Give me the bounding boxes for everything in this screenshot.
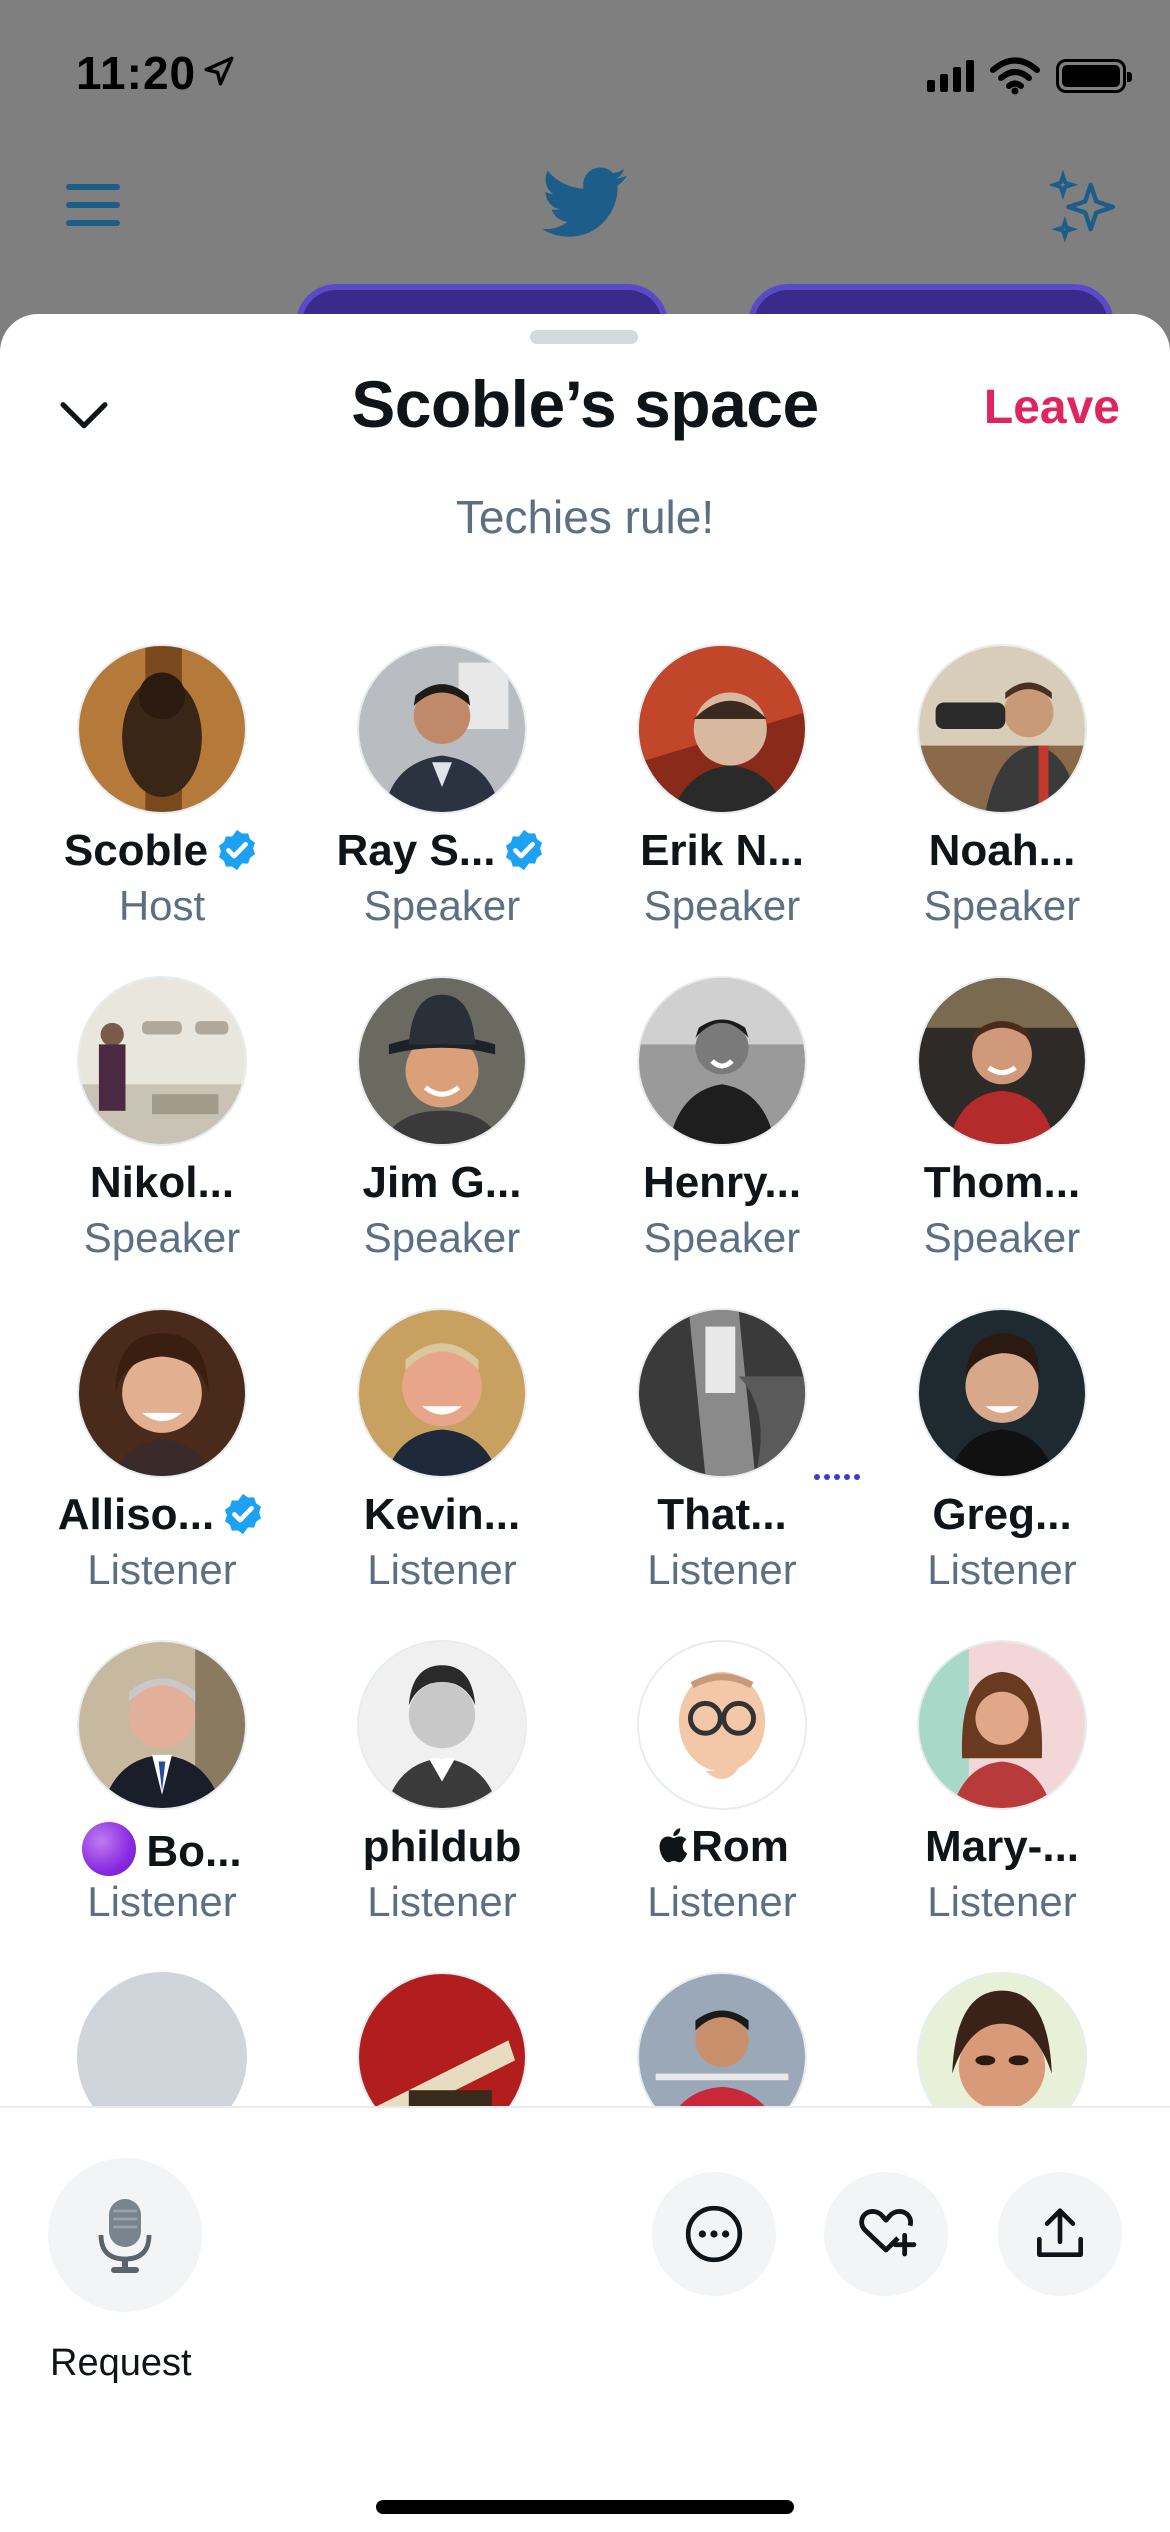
participant[interactable]: Thom... Speaker — [814, 976, 1142, 1480]
sheet-grabber[interactable] — [530, 330, 638, 344]
participant[interactable]: Henry... Speaker — [582, 976, 862, 1276]
location-arrow-icon — [204, 56, 234, 86]
participant-name: Rom — [691, 1822, 789, 1871]
participant-name: Noah... — [928, 826, 1076, 875]
space-sheet: Scoble’s space Leave Techies rule! Scobl… — [0, 314, 1170, 2532]
participant-name: Mary-... — [924, 1822, 1080, 1871]
avatar — [77, 644, 247, 814]
avatar — [77, 1308, 247, 1478]
participant-role: Listener — [87, 1546, 237, 1593]
participant-name: Nikol... — [89, 1158, 235, 1207]
participant-name: Jim G... — [362, 1158, 522, 1207]
heart-plus-icon — [859, 2209, 917, 2257]
participant-name: Kevin... — [363, 1490, 521, 1539]
participant-role: Speaker — [363, 1214, 521, 1261]
sparkle-icon[interactable] — [1050, 170, 1124, 244]
participant-role-text: Speaker — [923, 1214, 1081, 1261]
avatar — [917, 1640, 1087, 1810]
participant-role: Listener — [367, 1546, 517, 1593]
more-options-icon — [685, 2205, 743, 2263]
participant-role: Listener — [647, 1878, 797, 1925]
avatar — [357, 644, 527, 814]
participant[interactable]: Ray S... Speaker — [302, 644, 582, 944]
avatar — [637, 644, 807, 814]
participant-role: Speaker — [643, 1214, 801, 1261]
verified-badge-icon — [219, 829, 256, 871]
avatar — [637, 1308, 807, 1478]
request-label: Request — [50, 2342, 192, 2384]
participant-name: Bo... — [146, 1827, 242, 1876]
avatar — [357, 1640, 527, 1810]
purple-circle-icon — [82, 1822, 137, 1876]
menu-icon[interactable] — [66, 184, 120, 232]
participant-role: Listener — [647, 1546, 797, 1593]
participant-role: Speaker — [83, 1214, 241, 1261]
react-button[interactable] — [824, 2172, 948, 2296]
participant-role: Listener — [367, 1878, 517, 1925]
avatar — [357, 976, 527, 1146]
participant-name: Scoble — [63, 826, 209, 875]
participant[interactable]: Scoble Host — [22, 644, 302, 944]
space-subtitle: Techies rule! — [455, 491, 715, 543]
participant[interactable]: Alliso... Listener — [22, 1308, 302, 1608]
avatar — [917, 644, 1087, 814]
status-time: 11:20 — [76, 47, 197, 99]
verified-badge-icon — [506, 829, 543, 871]
participant[interactable]: Mary-... Listener — [862, 1640, 1142, 1940]
app-header — [0, 160, 1170, 280]
avatar — [637, 1640, 807, 1810]
participant-role: Speaker — [814, 1214, 1142, 1480]
verified-badge-icon — [225, 1493, 262, 1535]
more-options-button[interactable] — [652, 2172, 776, 2296]
twitter-bird-icon — [542, 167, 627, 237]
participant-name: That... — [657, 1490, 787, 1539]
apple-logo-icon — [659, 1828, 688, 1863]
participant-role: Speaker — [923, 882, 1081, 929]
avatar — [77, 976, 247, 1146]
participant[interactable]: Rom Listener — [582, 1640, 862, 1940]
status-icons — [927, 56, 1132, 96]
avatar — [357, 1308, 527, 1478]
participant[interactable]: Erik N... Speaker — [582, 644, 862, 944]
participant-role: Listener — [927, 1878, 1077, 1925]
microphone-icon — [98, 2199, 152, 2273]
participant-role: Listener — [87, 1878, 237, 1925]
participant-role: Host — [118, 882, 206, 929]
participant[interactable]: That... Listener — [582, 1308, 862, 1608]
participant[interactable]: Noah... Speaker — [862, 644, 1142, 944]
request-mic-button[interactable] — [48, 2158, 202, 2312]
share-button[interactable] — [998, 2172, 1122, 2296]
participant[interactable]: Bo... Listener — [22, 1640, 302, 1940]
home-indicator[interactable] — [376, 2500, 794, 2514]
participant-role: Listener — [927, 1546, 1077, 1593]
avatar — [637, 976, 807, 1146]
participant-name: Alliso... — [57, 1490, 215, 1539]
participant[interactable]: Jim G... Speaker — [302, 976, 582, 1276]
avatar — [77, 1640, 247, 1810]
participant-name: Thom... — [923, 1158, 1081, 1207]
avatar — [917, 976, 1087, 1146]
avatar — [917, 1308, 1087, 1478]
participant[interactable]: Greg... Listener — [862, 1308, 1142, 1608]
participant-name: phildub — [362, 1822, 522, 1871]
participant[interactable]: Kevin... Listener — [302, 1308, 582, 1608]
participant-name: Greg... — [932, 1490, 1072, 1539]
battery-icon — [1056, 59, 1132, 93]
participant-role: Speaker — [643, 882, 801, 929]
participant-name: Henry... — [642, 1158, 802, 1207]
status-bar: 11:20 — [0, 0, 1170, 150]
participant-name: Ray S... — [336, 826, 496, 875]
share-icon — [1037, 2208, 1083, 2257]
cellular-signal-icon — [927, 60, 974, 92]
participant[interactable]: Nikol... Speaker — [22, 976, 302, 1276]
participant[interactable]: phildub Listener — [302, 1640, 582, 1940]
participant-role: Speaker — [363, 882, 521, 929]
participant-name: Erik N... — [640, 826, 804, 875]
wifi-icon — [990, 57, 1040, 95]
leave-button[interactable]: Leave — [984, 380, 1120, 435]
bottom-action-bar: Request — [0, 2106, 1170, 2532]
